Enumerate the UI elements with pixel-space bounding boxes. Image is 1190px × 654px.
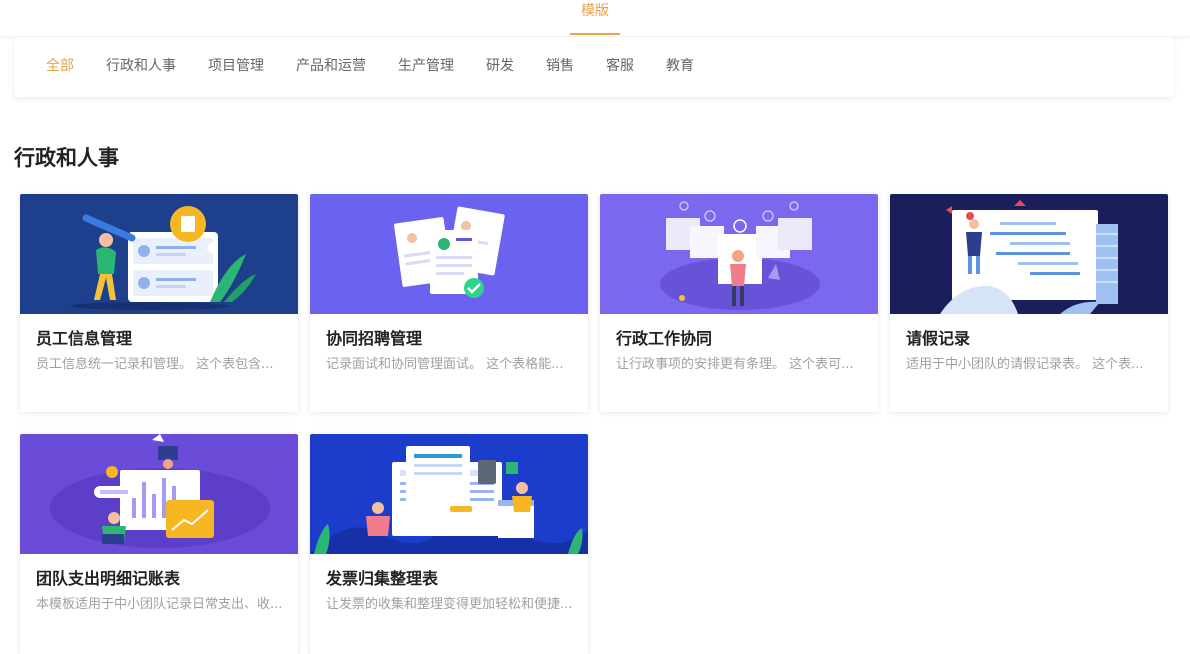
- card-description: 让发票的收集和整理变得更加轻松和便捷...: [326, 597, 573, 612]
- invoice-illustration: [310, 434, 588, 554]
- filter-product-operations[interactable]: 产品和运营: [296, 57, 366, 75]
- filter-customer-service[interactable]: 客服: [606, 57, 634, 75]
- card-title: 团队支出明细记账表: [36, 569, 181, 588]
- template-card-leave-record[interactable]: 请假记录 适用于中小团队的请假记录表。 这个表...: [890, 194, 1168, 412]
- tab-templates[interactable]: 模版: [570, 0, 620, 35]
- team-expense-illustration: [20, 434, 298, 554]
- card-title: 员工信息管理: [36, 329, 133, 348]
- filter-admin-hr[interactable]: 行政和人事: [106, 57, 176, 75]
- section-title: 行政和人事: [14, 146, 119, 170]
- filter-education[interactable]: 教育: [666, 57, 694, 75]
- template-card-invoice-collection[interactable]: 发票归集整理表 让发票的收集和整理变得更加轻松和便捷...: [310, 434, 588, 654]
- filter-project-management[interactable]: 项目管理: [208, 57, 264, 75]
- admin-collaboration-illustration: [600, 194, 878, 314]
- card-description: 适用于中小团队的请假记录表。 这个表...: [906, 357, 1144, 372]
- filter-rnd[interactable]: 研发: [486, 57, 514, 75]
- recruitment-illustration: [310, 194, 588, 314]
- leave-record-illustration: [890, 194, 1168, 314]
- template-card-admin-collaboration[interactable]: 行政工作协同 让行政事项的安排更有条理。 这个表可...: [600, 194, 878, 412]
- card-description: 记录面试和协同管理面试。 这个表格能...: [326, 357, 564, 372]
- template-card-employee-info[interactable]: 员工信息管理 员工信息统一记录和管理。 这个表包含...: [20, 194, 298, 412]
- top-nav: 模版: [0, 0, 1190, 36]
- card-title: 协同招聘管理: [326, 329, 423, 348]
- card-title: 发票归集整理表: [326, 569, 439, 588]
- card-title: 请假记录: [906, 329, 971, 348]
- card-title: 行政工作协同: [616, 329, 713, 348]
- card-description: 让行政事项的安排更有条理。 这个表可...: [616, 357, 854, 372]
- category-filter-bar: 全部 行政和人事 项目管理 产品和运营 生产管理 研发 销售 客服 教育: [14, 37, 1174, 97]
- filter-sales[interactable]: 销售: [546, 57, 574, 75]
- template-card-recruitment[interactable]: 协同招聘管理 记录面试和协同管理面试。 这个表格能...: [310, 194, 588, 412]
- template-card-team-expense[interactable]: 团队支出明细记账表 本模板适用于中小团队记录日常支出、收...: [20, 434, 298, 654]
- filter-production-management[interactable]: 生产管理: [398, 57, 454, 75]
- card-description: 员工信息统一记录和管理。 这个表包含...: [36, 357, 274, 372]
- filter-all[interactable]: 全部: [46, 57, 74, 75]
- card-description: 本模板适用于中小团队记录日常支出、收...: [36, 597, 283, 612]
- employee-illustration: [20, 194, 298, 314]
